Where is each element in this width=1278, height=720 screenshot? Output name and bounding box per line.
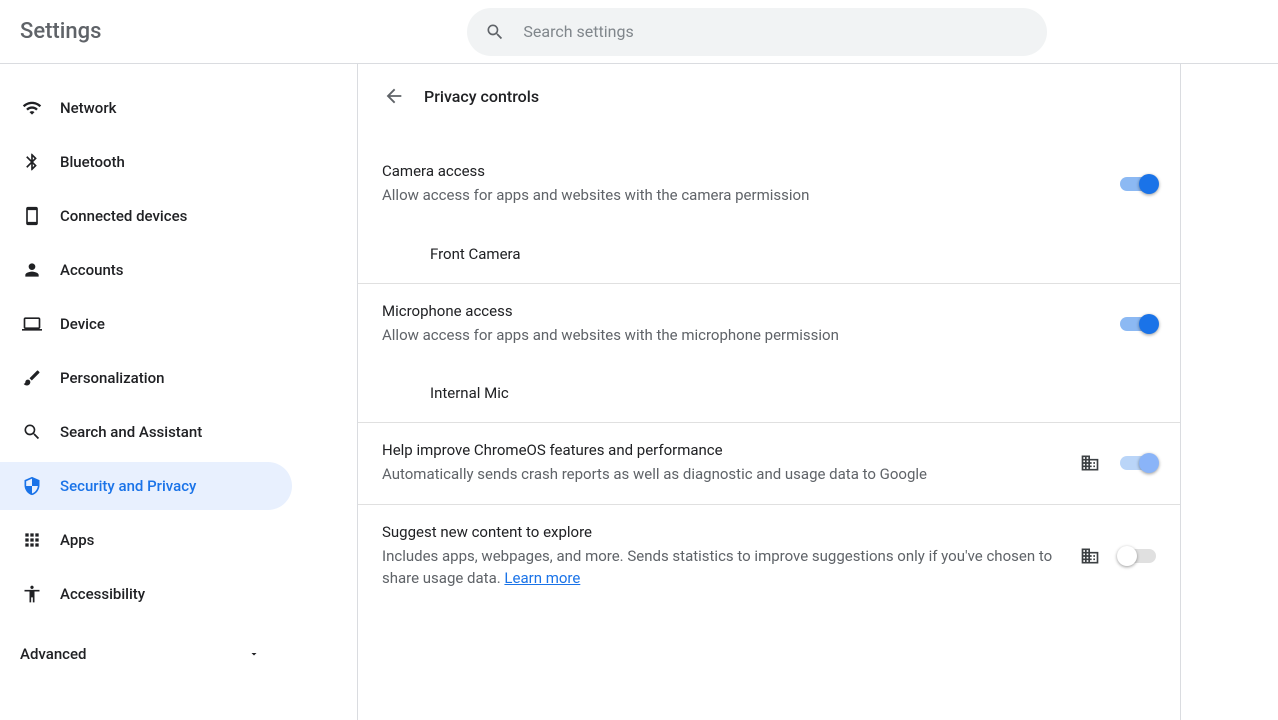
setting-desc: Allow access for apps and websites with … — [382, 184, 1100, 207]
sidebar-item-personalization[interactable]: Personalization — [0, 354, 292, 402]
sidebar-item-security[interactable]: Security and Privacy — [0, 462, 292, 510]
search-input[interactable] — [523, 22, 1029, 41]
setting-sub-label: Front Camera — [430, 245, 520, 263]
sidebar-item-accounts[interactable]: Accounts — [0, 246, 292, 294]
laptop-icon — [20, 314, 44, 334]
camera-access-toggle[interactable] — [1120, 177, 1156, 191]
search-box[interactable] — [467, 8, 1047, 56]
app-title: Settings — [20, 19, 101, 44]
sidebar-item-device[interactable]: Device — [0, 300, 292, 348]
accessibility-icon — [20, 584, 44, 604]
setting-mic-internal[interactable]: Internal Mic — [358, 364, 1180, 423]
sidebar-item-bluetooth[interactable]: Bluetooth — [0, 138, 292, 186]
wifi-icon — [20, 98, 44, 118]
sidebar-item-label: Security and Privacy — [60, 477, 196, 495]
sidebar-item-apps[interactable]: Apps — [0, 516, 292, 564]
back-button[interactable] — [382, 84, 406, 108]
setting-improve-chromeos: Help improve ChromeOS features and perfo… — [358, 423, 1180, 505]
setting-title: Suggest new content to explore — [382, 523, 1064, 541]
setting-desc: Automatically sends crash reports as wel… — [382, 463, 1064, 486]
sidebar-item-network[interactable]: Network — [0, 84, 292, 132]
person-icon — [20, 260, 44, 280]
managed-icon — [1080, 546, 1100, 566]
settings-card: Privacy controls Camera access Allow acc… — [357, 64, 1181, 720]
setting-mic-access: Microphone access Allow access for apps … — [358, 284, 1180, 365]
sidebar-item-label: Network — [60, 99, 116, 117]
sidebar-item-connected-devices[interactable]: Connected devices — [0, 192, 292, 240]
sidebar-item-label: Apps — [60, 531, 94, 549]
setting-title: Help improve ChromeOS features and perfo… — [382, 441, 1064, 459]
bluetooth-icon — [20, 152, 44, 172]
sidebar-advanced[interactable]: Advanced — [0, 630, 280, 678]
sidebar-item-search-assistant[interactable]: Search and Assistant — [0, 408, 292, 456]
setting-suggest-content: Suggest new content to explore Includes … — [358, 505, 1180, 608]
page-title: Privacy controls — [424, 87, 539, 106]
search-icon — [485, 22, 505, 42]
setting-desc: Allow access for apps and websites with … — [382, 324, 1100, 347]
setting-camera-access: Camera access Allow access for apps and … — [358, 144, 1180, 225]
sidebar-item-label: Accessibility — [60, 585, 145, 603]
apps-icon — [20, 530, 44, 550]
shield-icon — [20, 476, 44, 496]
chevron-down-icon — [248, 648, 260, 660]
setting-camera-front[interactable]: Front Camera — [358, 225, 1180, 284]
sidebar: Network Bluetooth Connected devices Acco… — [0, 64, 357, 720]
sidebar-item-label: Connected devices — [60, 207, 187, 225]
advanced-label: Advanced — [20, 645, 86, 663]
setting-title: Microphone access — [382, 302, 1100, 320]
setting-sub-label: Internal Mic — [430, 384, 509, 402]
phone-icon — [20, 206, 44, 226]
page-header: Privacy controls — [358, 64, 1180, 128]
setting-title: Camera access — [382, 162, 1100, 180]
sidebar-item-label: Accounts — [60, 261, 124, 279]
brush-icon — [20, 368, 44, 388]
sidebar-item-label: Bluetooth — [60, 153, 125, 171]
search-icon — [20, 422, 44, 442]
content-area: Privacy controls Camera access Allow acc… — [357, 64, 1278, 720]
sidebar-item-label: Personalization — [60, 369, 164, 387]
sidebar-item-label: Device — [60, 315, 105, 333]
managed-icon — [1080, 453, 1100, 473]
improve-chromeos-toggle[interactable] — [1120, 456, 1156, 470]
header: Settings — [0, 0, 1278, 64]
learn-more-link[interactable]: Learn more — [504, 569, 580, 587]
sidebar-item-accessibility[interactable]: Accessibility — [0, 570, 292, 618]
sidebar-item-label: Search and Assistant — [60, 423, 202, 441]
mic-access-toggle[interactable] — [1120, 317, 1156, 331]
suggest-content-toggle[interactable] — [1120, 549, 1156, 563]
setting-desc: Includes apps, webpages, and more. Sends… — [382, 545, 1064, 590]
